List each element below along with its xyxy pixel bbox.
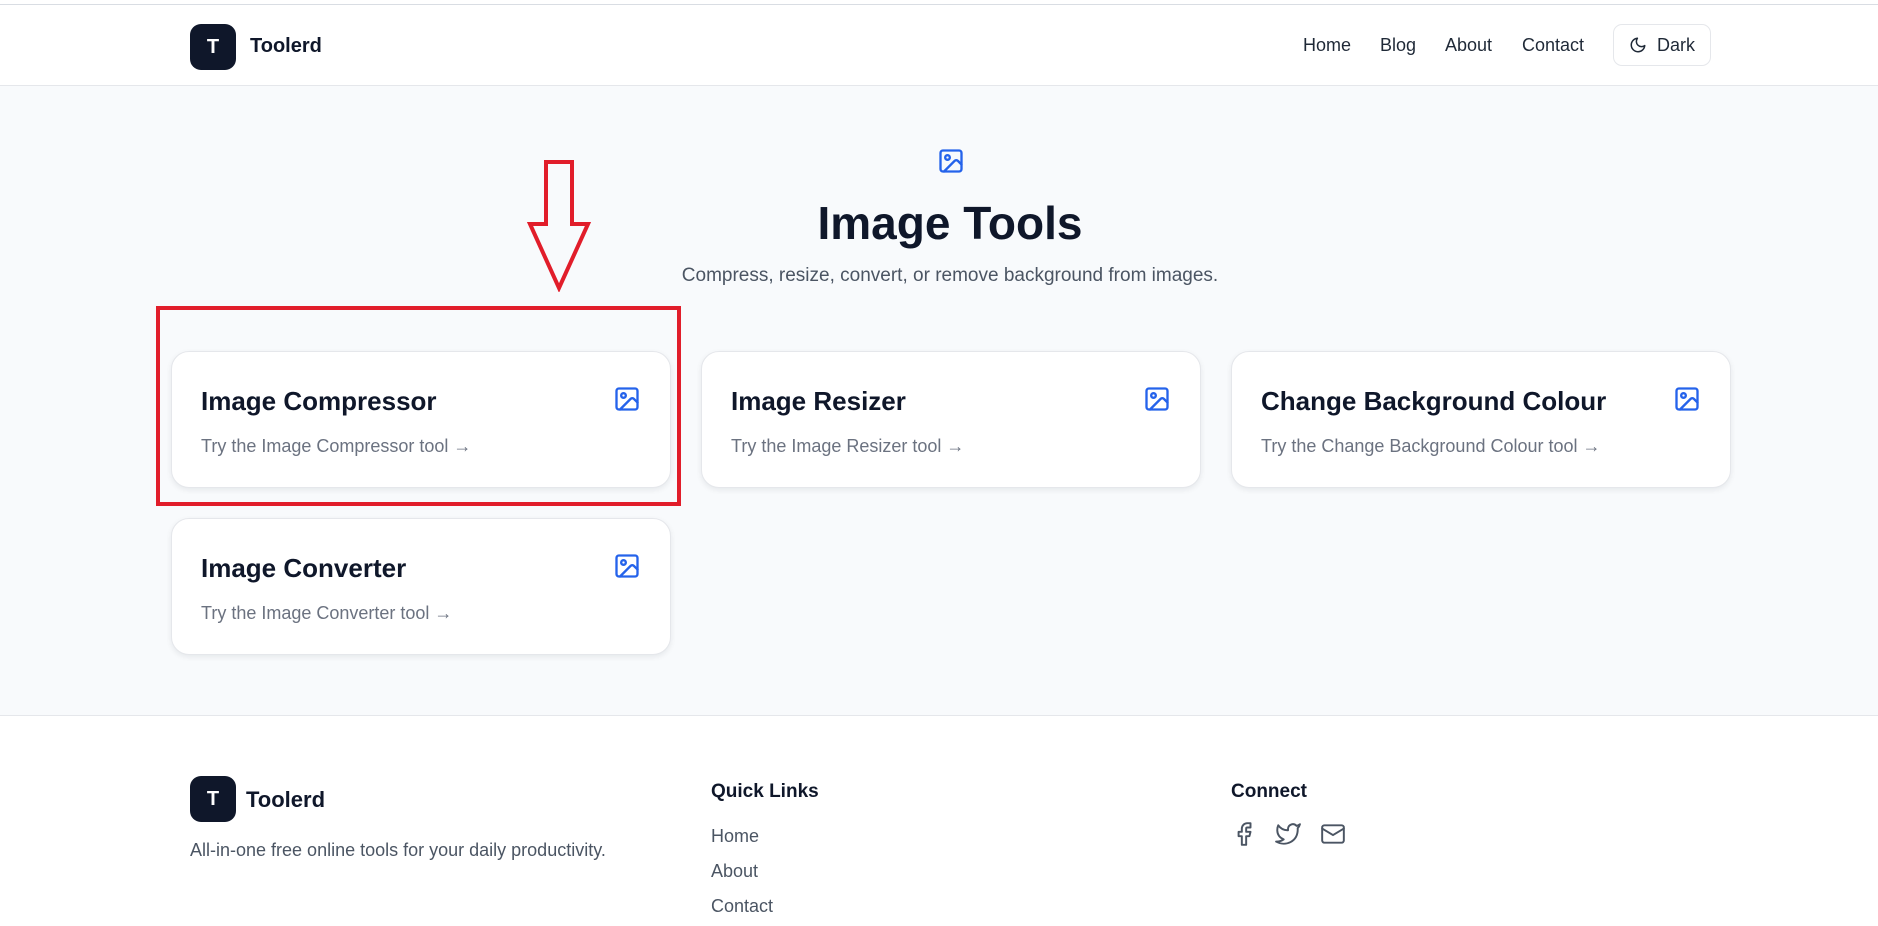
tool-card-description: Try the Image Converter tool → xyxy=(201,603,453,623)
footer-link-about[interactable]: About xyxy=(711,861,758,882)
nav-contact[interactable]: Contact xyxy=(1522,35,1584,56)
image-icon xyxy=(615,387,639,411)
top-navbar: T Toolerd Home Blog About Contact Dark xyxy=(0,5,1878,86)
brand-name[interactable]: Toolerd xyxy=(250,35,322,58)
page-title: Image Tools xyxy=(817,197,1083,249)
nav-about[interactable]: About xyxy=(1445,35,1492,56)
footer-brand-name: Toolerd xyxy=(246,787,326,812)
site-footer: T Toolerd All-in-one free online tools f… xyxy=(0,715,1878,926)
quick-links-heading: Quick Links xyxy=(711,781,819,802)
logo-badge[interactable]: T xyxy=(190,24,236,70)
footer-link-home[interactable]: Home xyxy=(711,826,759,847)
logo-letter: T xyxy=(206,35,220,58)
tool-card-description: Try the Image Compressor tool → xyxy=(201,436,472,456)
image-icon xyxy=(1675,387,1699,411)
theme-toggle-button[interactable]: Dark xyxy=(1613,24,1711,66)
tool-card-title: Image Compressor xyxy=(201,386,437,416)
nav-home[interactable]: Home xyxy=(1303,35,1351,56)
tool-card-image-compressor[interactable]: Image Compressor Try the Image Compresso… xyxy=(171,351,671,488)
connect-heading: Connect xyxy=(1231,781,1307,802)
tool-card-description: Try the Change Background Colour tool → xyxy=(1261,436,1601,456)
footer-link-contact[interactable]: Contact xyxy=(711,896,773,917)
tool-card-change-background-colour[interactable]: Change Background Colour Try the Change … xyxy=(1231,351,1731,488)
page-subtitle: Compress, resize, convert, or remove bac… xyxy=(681,265,1219,286)
tool-card-title: Image Converter xyxy=(201,553,407,583)
twitter-icon[interactable] xyxy=(1275,821,1301,847)
tool-card-description: Try the Image Resizer tool → xyxy=(731,436,965,456)
tool-card-title: Change Background Colour xyxy=(1261,386,1607,416)
theme-toggle-label: Dark xyxy=(1656,34,1695,55)
footer-tagline: All-in-one free online tools for your da… xyxy=(190,840,606,860)
tool-card-image-resizer[interactable]: Image Resizer Try the Image Resizer tool… xyxy=(701,351,1201,488)
tool-card-image-converter[interactable]: Image Converter Try the Image Converter … xyxy=(171,518,671,655)
mail-icon[interactable] xyxy=(1320,821,1346,847)
image-icon xyxy=(615,554,639,578)
logo-letter: T xyxy=(206,787,220,810)
facebook-icon[interactable] xyxy=(1231,821,1257,847)
nav-blog[interactable]: Blog xyxy=(1380,35,1416,56)
moon-icon xyxy=(1630,37,1646,53)
footer-logo-badge[interactable]: T xyxy=(190,776,236,822)
image-icon xyxy=(1145,387,1169,411)
tool-card-title: Image Resizer xyxy=(731,386,906,416)
image-icon xyxy=(939,149,963,173)
